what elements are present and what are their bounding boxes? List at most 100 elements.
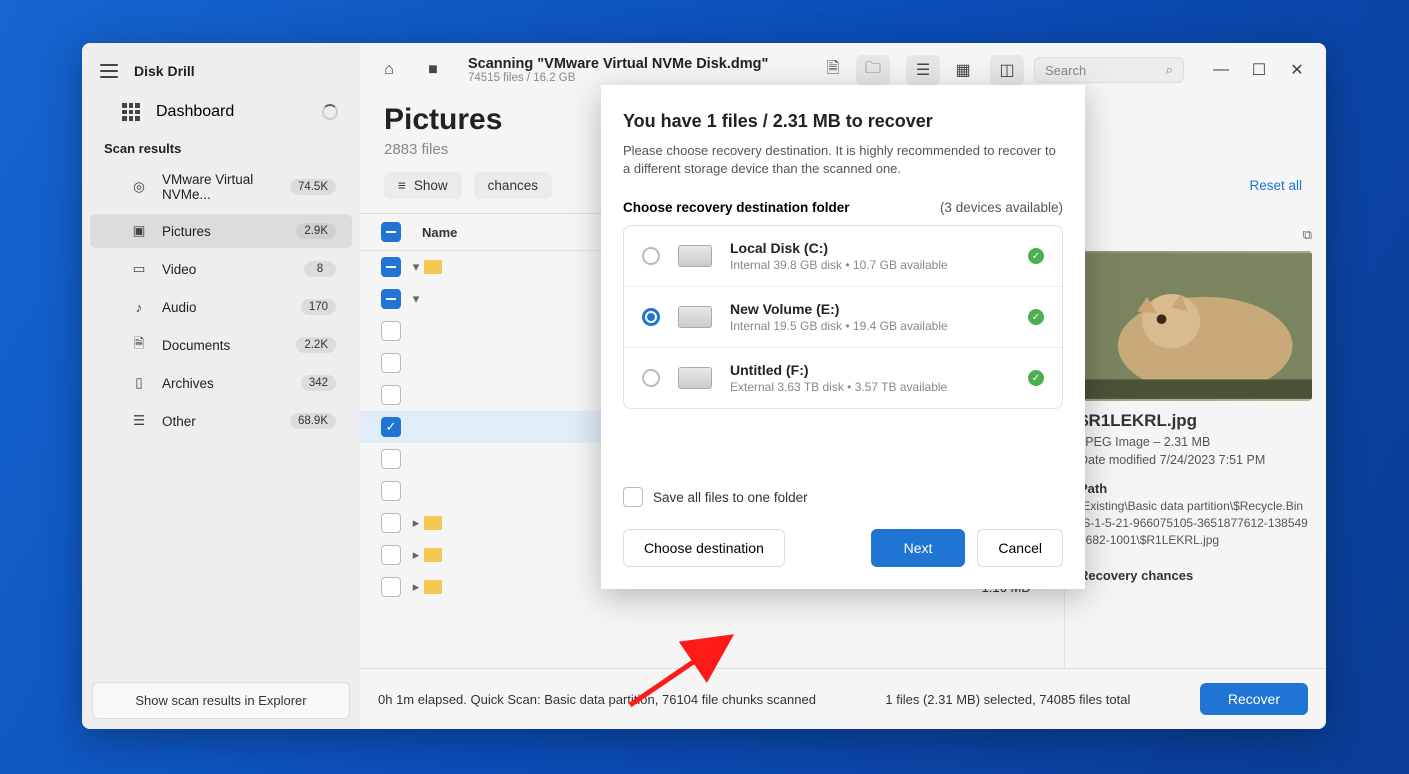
video-icon: ▭	[130, 260, 148, 278]
preview-modified: Date modified 7/24/2023 7:51 PM	[1079, 453, 1312, 467]
devices-count: (3 devices available)	[940, 200, 1063, 215]
preview-path: \Existing\Basic data partition\$Recycle.…	[1079, 498, 1312, 548]
row-checkbox[interactable]	[381, 545, 401, 565]
radio-button[interactable]	[642, 308, 660, 326]
drive-icon	[678, 245, 712, 267]
status-bar: 0h 1m elapsed. Quick Scan: Basic data pa…	[360, 668, 1326, 729]
folder-icon	[424, 516, 442, 530]
status-elapsed: 0h 1m elapsed. Quick Scan: Basic data pa…	[378, 692, 816, 707]
list-view-icon[interactable]: ☰	[906, 55, 940, 85]
device-sub: External 3.63 TB disk • 3.57 TB availabl…	[730, 380, 1010, 394]
show-in-explorer-button[interactable]: Show scan results in Explorer	[92, 682, 350, 719]
search-input[interactable]: Search ⌕	[1034, 57, 1184, 83]
row-checkbox[interactable]	[381, 353, 401, 373]
folder-icon	[424, 548, 442, 562]
sidebar-item-archives[interactable]: ▯ Archives 342	[90, 366, 352, 400]
destination-option[interactable]: New Volume (E:) Internal 19.5 GB disk • 1…	[624, 287, 1062, 348]
scan-status: Scanning "VMware Virtual NVMe Disk.dmg" …	[468, 56, 800, 84]
show-filter[interactable]: ≡ Show	[384, 172, 462, 199]
chances-filter[interactable]: chances	[474, 172, 552, 199]
row-checkbox[interactable]	[381, 481, 401, 501]
sidebar-item-video[interactable]: ▭ Video 8	[90, 252, 352, 286]
archives-icon: ▯	[130, 374, 148, 392]
file-icon[interactable]: 🗎	[816, 55, 850, 85]
expand-icon[interactable]: ▾	[408, 259, 424, 275]
destination-option[interactable]: Local Disk (C:)Internal 39.8 GB disk • 1…	[624, 226, 1062, 287]
home-button[interactable]: ⌂	[372, 55, 406, 85]
sidebar-dashboard[interactable]: Dashboard	[82, 93, 360, 131]
choose-destination-button[interactable]: Choose destination	[623, 529, 785, 567]
sidebar: Disk Drill Dashboard Scan results ◎ VMwa…	[82, 43, 360, 729]
row-checkbox[interactable]	[381, 577, 401, 597]
panel-toggle-icon[interactable]: ◫	[990, 55, 1024, 85]
preview-type: JPEG Image – 2.31 MB	[1079, 435, 1312, 449]
pictures-icon: ▣	[130, 222, 148, 240]
destination-option[interactable]: Untitled (F:) External 3.63 TB disk • 3.5…	[624, 348, 1062, 408]
row-checkbox[interactable]	[381, 513, 401, 533]
preview-chances-label: Recovery chances	[1079, 568, 1312, 583]
documents-icon: 🗎	[130, 336, 148, 354]
dashboard-icon	[122, 103, 140, 121]
sidebar-item-audio[interactable]: ♪ Audio 170	[90, 290, 352, 324]
modal-title: You have 1 files / 2.31 MB to recover	[623, 111, 1063, 132]
expand-icon[interactable]: ▸	[408, 547, 424, 563]
save-all-checkbox[interactable]	[623, 487, 643, 507]
next-button[interactable]: Next	[871, 529, 966, 567]
close-button[interactable]: ✕	[1280, 55, 1314, 85]
device-name: New Volume (E:)	[730, 301, 1010, 317]
check-icon: ✓	[1028, 248, 1044, 264]
sidebar-item-drive[interactable]: ◎ VMware Virtual NVMe... 74.5K	[90, 164, 352, 210]
search-icon: ⌕	[1166, 62, 1173, 78]
app-title: Disk Drill	[134, 63, 195, 79]
drive-icon	[678, 367, 712, 389]
sidebar-header: Disk Drill	[82, 43, 360, 93]
expand-icon[interactable]: ▾	[408, 291, 424, 307]
preview-image	[1079, 251, 1312, 401]
row-checkbox[interactable]	[381, 449, 401, 469]
expand-icon[interactable]: ▸	[408, 515, 424, 531]
radio-button[interactable]	[642, 247, 660, 265]
recovery-destination-modal: You have 1 files / 2.31 MB to recover Pl…	[601, 85, 1085, 589]
preview-filename: $R1LEKRL.jpg	[1079, 411, 1312, 431]
folder-icon	[424, 260, 442, 274]
save-all-option[interactable]: Save all files to one folder	[623, 487, 1063, 507]
dashboard-label: Dashboard	[156, 103, 234, 121]
sliders-icon: ≡	[398, 178, 406, 193]
spinner-icon	[322, 104, 338, 120]
radio-button[interactable]	[642, 369, 660, 387]
sidebar-item-other[interactable]: ☰ Other 68.9K	[90, 404, 352, 438]
device-name: Untitled (F:)	[730, 362, 1010, 378]
grid-view-icon[interactable]: ▦	[946, 55, 980, 85]
modal-description: Please choose recovery destination. It i…	[623, 142, 1063, 178]
recover-button[interactable]: Recover	[1200, 683, 1308, 715]
main-area: ⌂ ■ Scanning "VMware Virtual NVMe Disk.d…	[360, 43, 1326, 729]
audio-icon: ♪	[130, 298, 148, 316]
row-checkbox[interactable]	[381, 321, 401, 341]
popout-icon[interactable]: ⧉	[1303, 227, 1312, 243]
check-icon: ✓	[1028, 370, 1044, 386]
minimize-button[interactable]: —	[1204, 55, 1238, 85]
cancel-button[interactable]: Cancel	[977, 529, 1063, 567]
row-checkbox[interactable]: ✓	[381, 417, 401, 437]
select-all-checkbox[interactable]	[381, 222, 401, 242]
destination-label: Choose recovery destination folder	[623, 200, 850, 215]
device-name: Local Disk (C:)	[730, 240, 1010, 256]
preview-path-label: Path	[1079, 481, 1312, 496]
reset-all-link[interactable]: Reset all	[1249, 178, 1302, 193]
row-checkbox[interactable]	[381, 289, 401, 309]
preview-panel: ⧉ $R1LEKRL.jpg JPEG Image – 2.31 MB Date…	[1064, 213, 1326, 668]
maximize-button[interactable]: ☐	[1242, 55, 1276, 85]
stop-button[interactable]: ■	[416, 55, 450, 85]
row-checkbox[interactable]	[381, 385, 401, 405]
sidebar-item-documents[interactable]: 🗎 Documents 2.2K	[90, 328, 352, 362]
sidebar-item-pictures[interactable]: ▣ Pictures 2.9K	[90, 214, 352, 248]
device-sub: Internal 19.5 GB disk • 19.4 GB availabl…	[730, 319, 1010, 333]
row-checkbox[interactable]	[381, 257, 401, 277]
check-icon: ✓	[1028, 309, 1044, 325]
folder-icon[interactable]: 🗀	[856, 55, 890, 85]
menu-icon[interactable]	[100, 64, 118, 78]
app-window: Disk Drill Dashboard Scan results ◎ VMwa…	[82, 43, 1326, 729]
folder-icon	[424, 580, 442, 594]
status-selected: 1 files (2.31 MB) selected, 74085 files …	[885, 692, 1130, 707]
expand-icon[interactable]: ▸	[408, 579, 424, 595]
